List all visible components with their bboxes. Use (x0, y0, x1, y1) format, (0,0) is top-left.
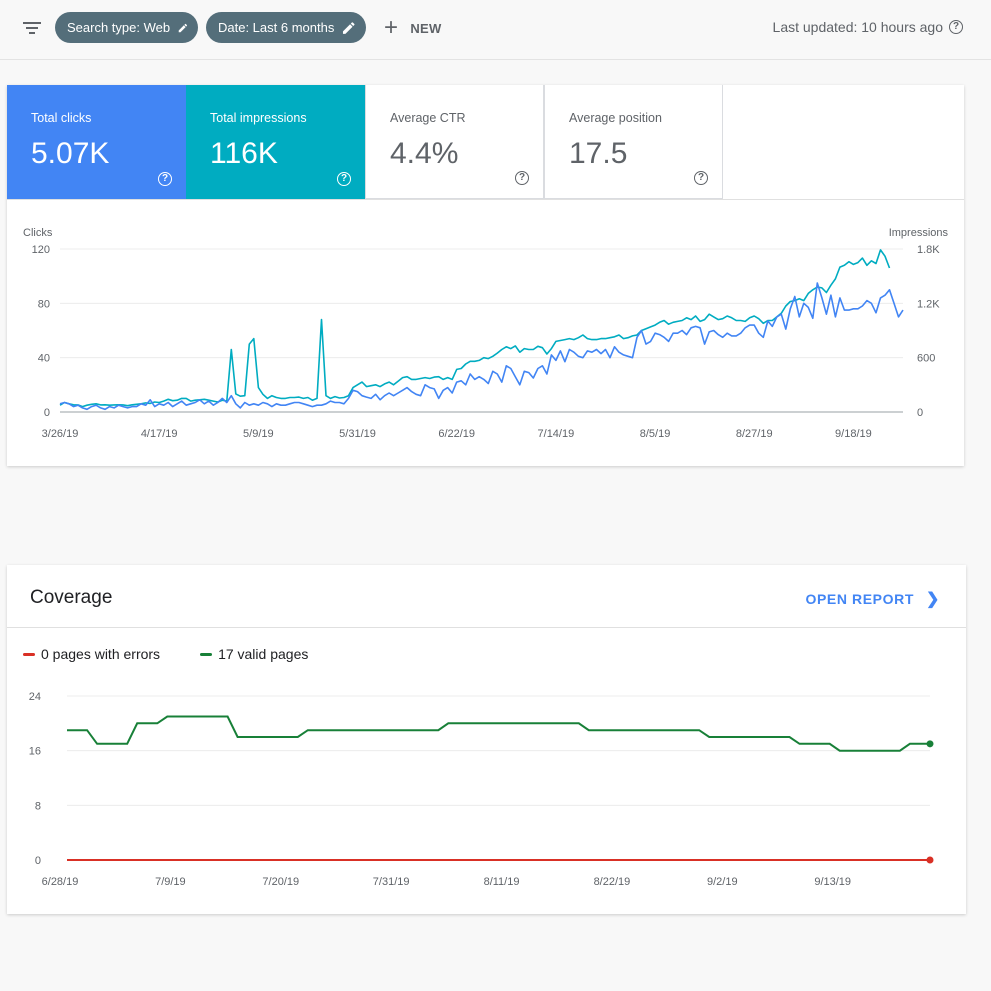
series-line-clicks (59, 282, 904, 411)
x-tick-label: 8/11/19 (484, 876, 520, 888)
legend-label: 0 pages with errors (41, 646, 161, 662)
open-report-label: OPEN REPORT (805, 591, 914, 607)
y-left-tick-label: 80 (38, 298, 50, 310)
last-updated-text: Last updated: 10 hours ago (772, 19, 943, 35)
metric-label: Average position (569, 111, 662, 125)
y-right-tick-label: 1.2K (917, 298, 940, 310)
date-range-chip[interactable]: Date: Last 6 months (206, 12, 366, 43)
date-range-chip-label: Date: Last 6 months (218, 20, 335, 35)
plus-icon: + (384, 14, 399, 41)
chevron-right-icon: ❯ (925, 591, 940, 608)
x-tick-label: 7/9/19 (155, 876, 186, 888)
performance-card: Total clicks 5.07K ? Total impressions 1… (7, 85, 964, 466)
series-end-dot-valid (926, 740, 934, 748)
legend-item-errors[interactable]: 0 pages with errors (23, 646, 160, 662)
x-tick-label: 8/27/19 (736, 428, 773, 440)
help-icon[interactable]: ? (158, 172, 172, 186)
help-icon[interactable]: ? (694, 171, 708, 185)
open-report-link[interactable]: OPEN REPORT ❯ (805, 589, 940, 609)
divider (7, 627, 966, 628)
x-tick-label: 5/9/19 (243, 428, 274, 440)
x-tick-label: 4/17/19 (141, 428, 178, 440)
y-tick-label: 24 (29, 691, 41, 703)
series-line-valid (67, 715, 930, 752)
y-right-tick-label: 600 (917, 353, 935, 365)
pencil-icon[interactable] (342, 21, 356, 35)
x-tick-label: 9/18/19 (835, 428, 872, 440)
help-icon[interactable]: ? (515, 171, 529, 185)
x-tick-label: 7/31/19 (373, 876, 410, 888)
y-left-axis-title: Clicks (23, 227, 53, 239)
pencil-icon[interactable] (178, 21, 188, 35)
x-tick-label: 8/5/19 (640, 428, 671, 440)
y-right-tick-label: 0 (917, 407, 923, 419)
coverage-chart: 0 8 16 24 6/28/19 7/9/19 7/20/19 7/31/19 8/11/19… (29, 691, 934, 888)
y-left-tick-label: 0 (44, 407, 50, 419)
performance-chart: 0 40 80 120 0 600 1.2K 1.8K Clicks Impressions 3/2… (23, 227, 949, 440)
metric-average-position[interactable]: Average position 17.5 ? (544, 85, 723, 199)
coverage-legend: 0 pages with errors 17 valid pages (23, 646, 348, 662)
x-tick-label: 9/2/19 (707, 876, 738, 888)
x-tick-label: 8/22/19 (594, 876, 631, 888)
help-icon[interactable]: ? (337, 172, 351, 186)
series-end-dot-errors (926, 856, 934, 864)
last-updated-status: Last updated: 10 hours ago ? (773, 19, 963, 35)
metric-average-ctr[interactable]: Average CTR 4.4% ? (365, 85, 544, 199)
metric-value: 4.4% (390, 137, 459, 170)
x-tick-label: 7/20/19 (262, 876, 299, 888)
metric-value: 17.5 (569, 137, 628, 170)
new-filter-button[interactable]: + NEW (384, 16, 442, 40)
x-tick-label: 9/13/19 (814, 876, 851, 888)
metric-value: 116K (210, 137, 278, 170)
metric-total-impressions[interactable]: Total impressions 116K ? (186, 85, 365, 199)
y-tick-label: 16 (29, 746, 41, 758)
metric-total-clicks[interactable]: Total clicks 5.07K ? (7, 85, 186, 199)
filter-list-icon[interactable] (22, 19, 42, 37)
x-tick-label: 7/14/19 (538, 428, 575, 440)
metric-label: Average CTR (390, 111, 466, 125)
metric-value: 5.07K (31, 137, 110, 170)
metric-label: Total impressions (210, 111, 307, 125)
search-type-chip[interactable]: Search type: Web (55, 12, 198, 43)
legend-item-valid[interactable]: 17 valid pages (200, 646, 308, 662)
y-tick-label: 8 (35, 800, 41, 812)
metric-label: Total clicks (31, 111, 92, 125)
y-left-tick-label: 120 (32, 244, 50, 256)
x-tick-label: 3/26/19 (42, 428, 79, 440)
x-tick-label: 6/28/19 (42, 876, 79, 888)
x-tick-label: 6/22/19 (438, 428, 475, 440)
y-tick-label: 0 (35, 855, 41, 867)
y-left-tick-label: 40 (38, 353, 50, 365)
legend-swatch (200, 652, 213, 656)
coverage-title: Coverage (30, 587, 113, 608)
new-filter-label: NEW (410, 20, 442, 36)
search-type-chip-label: Search type: Web (67, 20, 171, 35)
legend-swatch (23, 652, 35, 656)
top-toolbar: Search type: Web Date: Last 6 months + N… (0, 0, 991, 60)
coverage-card: Coverage OPEN REPORT ❯ 0 pages with erro… (7, 565, 966, 914)
y-right-tick-label: 1.8K (917, 244, 940, 256)
legend-label: 17 valid pages (218, 646, 309, 662)
y-right-axis-title: Impressions (889, 227, 949, 239)
x-tick-label: 5/31/19 (339, 428, 376, 440)
help-icon[interactable]: ? (949, 20, 963, 34)
